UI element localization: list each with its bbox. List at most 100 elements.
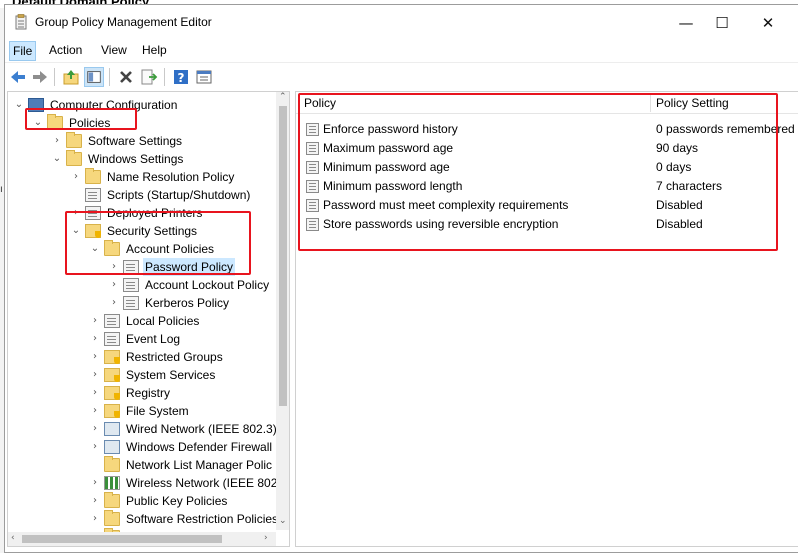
security-folder-icon <box>104 368 120 382</box>
expand-chevron-icon[interactable]: › <box>71 168 81 186</box>
expand-chevron-icon[interactable]: › <box>109 258 119 276</box>
tree-node[interactable]: › Password Policy <box>8 258 276 276</box>
policy-setting-icon <box>306 180 319 193</box>
help-icon[interactable]: ? <box>171 67 191 87</box>
title-bar[interactable]: Group Policy Management Editor — ☐ ✕ <box>5 5 798 39</box>
collapse-chevron-icon[interactable]: ⌄ <box>90 240 100 258</box>
tree-node[interactable]: ⌄ Computer Configuration <box>8 96 276 114</box>
folder-icon <box>104 510 120 526</box>
expand-chevron-icon[interactable]: › <box>52 132 62 150</box>
policy-row[interactable]: Minimum password length 7 characters <box>296 177 798 196</box>
tree-scroll-thumb[interactable] <box>279 106 287 406</box>
collapse-chevron-icon[interactable]: ⌄ <box>71 222 81 240</box>
expand-chevron-icon[interactable]: › <box>90 474 100 492</box>
policy-setting-icon <box>306 161 319 174</box>
expand-chevron-icon[interactable]: › <box>109 294 119 312</box>
expand-chevron-icon[interactable]: › <box>90 402 100 420</box>
menu-action[interactable]: Action <box>49 43 82 57</box>
tree-node[interactable]: › Registry <box>8 384 276 402</box>
tree-node[interactable]: › Event Log <box>8 330 276 348</box>
console-tree[interactable]: ⌄ Computer Configuration ⌄ Policies › Softwar… <box>7 91 290 547</box>
policy-setting-icon <box>306 199 319 212</box>
back-icon[interactable] <box>8 67 28 87</box>
tree-vertical-scrollbar[interactable]: ⌃ ⌄ <box>276 92 289 530</box>
show-hide-tree-icon[interactable] <box>84 67 104 87</box>
expand-chevron-icon[interactable]: › <box>90 492 100 510</box>
close-button[interactable]: ✕ <box>745 9 791 37</box>
tree-node[interactable]: › Kerberos Policy <box>8 294 276 312</box>
policy-row[interactable]: Maximum password age 90 days <box>296 139 798 158</box>
column-header-setting[interactable]: Policy Setting <box>656 96 729 110</box>
folder-icon <box>104 240 120 256</box>
tree-node[interactable]: › Wired Network (IEEE 802.3) I <box>8 420 283 438</box>
tree-node[interactable]: › File System <box>8 402 276 420</box>
policy-row[interactable]: Password must meet complexity requiremen… <box>296 196 798 215</box>
expand-chevron-icon[interactable]: › <box>109 276 119 294</box>
menu-view[interactable]: View <box>101 43 127 57</box>
policy-row[interactable]: Minimum password age 0 days <box>296 158 798 177</box>
tree-node-label: Wireless Network (IEEE 802.1 <box>126 476 288 490</box>
collapse-chevron-icon[interactable]: ⌄ <box>14 96 24 114</box>
forward-icon[interactable] <box>30 67 50 87</box>
tree-node-label: Software Settings <box>88 134 183 148</box>
expand-chevron-icon[interactable]: › <box>90 348 100 366</box>
expand-chevron-icon <box>71 186 81 204</box>
tree-node[interactable]: › Account Lockout Policy <box>8 276 276 294</box>
expand-chevron-icon[interactable]: › <box>90 330 100 348</box>
tree-node[interactable]: › Public Key Policies <box>8 492 276 510</box>
security-icon <box>85 224 101 238</box>
delete-icon[interactable] <box>116 67 136 87</box>
tree-node[interactable]: ⌄ Security Settings <box>8 222 276 240</box>
policy-name: Enforce password history <box>323 122 458 136</box>
properties-icon[interactable] <box>194 67 214 87</box>
tree-horizontal-scrollbar[interactable]: ‹ › <box>8 532 276 546</box>
maximize-button[interactable]: ☐ <box>699 9 745 37</box>
tree-node[interactable]: ⌄ Windows Settings <box>8 150 276 168</box>
gpme-window: Group Policy Management Editor — ☐ ✕ Fil… <box>4 4 798 553</box>
tree-node[interactable]: › Wireless Network (IEEE 802.1 <box>8 474 287 492</box>
tree-node-label: Security Settings <box>107 224 198 238</box>
tree-node[interactable]: › Deployed Printers <box>8 204 276 222</box>
menu-help[interactable]: Help <box>142 43 167 57</box>
tree-node[interactable]: › System Services <box>8 366 276 384</box>
policy-setting-value: 0 passwords remembered <box>656 122 795 136</box>
expand-chevron-icon[interactable]: › <box>71 204 81 222</box>
expand-chevron-icon[interactable]: › <box>90 366 100 384</box>
tree-node[interactable]: › Restricted Groups <box>8 348 276 366</box>
folder-icon <box>66 132 82 148</box>
expand-chevron-icon[interactable]: › <box>90 438 100 456</box>
policy-row[interactable]: Store passwords using reversible encrypt… <box>296 215 798 234</box>
tree-node[interactable]: › Local Policies <box>8 312 276 330</box>
policy-setting-icon <box>306 142 319 155</box>
column-header-policy[interactable]: Policy <box>304 96 336 110</box>
scroll-up-icon[interactable]: ⌃ <box>279 92 287 102</box>
tree-node[interactable]: › Windows Defender Firewall <box>8 438 276 456</box>
tree-node[interactable]: Scripts (Startup/Shutdown) <box>8 186 276 204</box>
firewall-icon <box>104 440 120 454</box>
collapse-chevron-icon[interactable]: ⌄ <box>33 114 43 132</box>
policy-setting-value: 0 days <box>656 160 692 174</box>
tree-node[interactable]: › Software Restriction Policies <box>8 510 278 528</box>
menu-file[interactable]: File <box>9 41 37 61</box>
expand-chevron-icon[interactable]: › <box>90 510 100 528</box>
tree-node[interactable]: › Software Settings <box>8 132 276 150</box>
export-list-icon[interactable] <box>139 67 159 87</box>
scroll-down-icon[interactable]: ⌄ <box>279 516 287 526</box>
scroll-right-icon[interactable]: › <box>264 533 268 543</box>
expand-chevron-icon[interactable]: › <box>90 384 100 402</box>
tree-node[interactable]: Network List Manager Polic <box>8 456 276 474</box>
folder-icon <box>104 456 120 472</box>
up-folder-icon[interactable] <box>61 67 81 87</box>
expand-chevron-icon[interactable]: › <box>90 312 100 330</box>
tree-node[interactable]: › Name Resolution Policy <box>8 168 276 186</box>
tree-node[interactable]: ⌄ Policies <box>8 114 276 132</box>
policy-setting-value: 7 characters <box>656 179 723 193</box>
tree-node[interactable]: ⌄ Account Policies <box>8 240 276 258</box>
collapse-chevron-icon[interactable]: ⌄ <box>52 150 62 168</box>
toolbar-separator <box>109 68 110 86</box>
policy-row[interactable]: Enforce password history 0 passwords reme… <box>296 120 798 139</box>
column-divider[interactable] <box>650 94 651 112</box>
tree-hscroll-thumb[interactable] <box>22 535 222 543</box>
scroll-left-icon[interactable]: ‹ <box>11 533 15 543</box>
expand-chevron-icon[interactable]: › <box>90 420 100 438</box>
